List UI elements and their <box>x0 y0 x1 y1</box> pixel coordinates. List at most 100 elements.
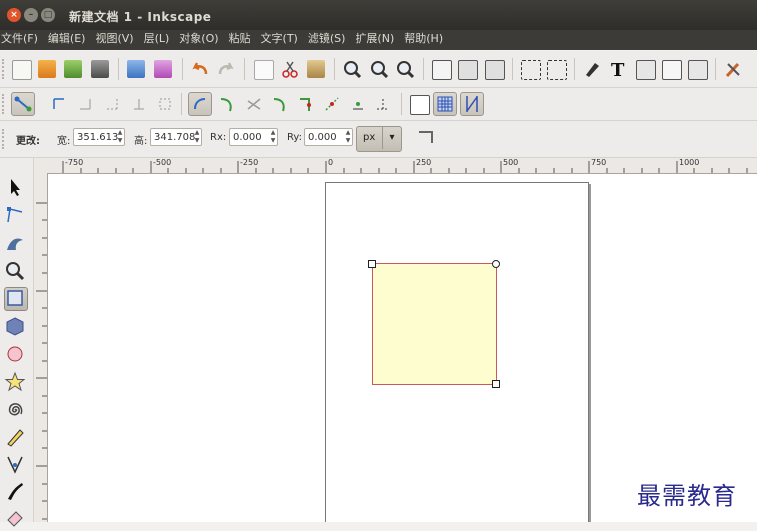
snap-text-baseline-icon[interactable] <box>374 95 392 113</box>
toolbar-separator <box>715 58 716 80</box>
snap-smooth-nodes-icon[interactable] <box>271 95 289 113</box>
ruler-label: -250 <box>240 158 259 167</box>
cut-icon[interactable] <box>281 60 299 78</box>
menu-paste[interactable]: 粘贴 <box>224 30 256 50</box>
rx-input[interactable]: 0.000 ▲ ▼ <box>229 128 278 146</box>
ungroup-icon[interactable] <box>485 60 505 80</box>
menu-file[interactable]: 文件(F) <box>0 30 43 50</box>
vertical-ruler[interactable] <box>34 173 48 522</box>
menu-help[interactable]: 帮助(H) <box>399 30 448 50</box>
toolbar-separator <box>182 58 183 80</box>
menu-extensions[interactable]: 扩展(N) <box>350 30 399 50</box>
transform-icon[interactable] <box>547 60 567 80</box>
snap-bbox-midpoint-icon[interactable] <box>130 95 148 113</box>
layers-icon[interactable] <box>636 60 656 80</box>
duplicate-icon[interactable] <box>254 60 274 80</box>
raise-icon[interactable] <box>432 60 452 80</box>
ry-input[interactable]: 0.000 ▲ ▼ <box>304 128 353 146</box>
snap-enable-button[interactable] <box>11 92 35 116</box>
snap-paths-icon[interactable] <box>218 95 236 113</box>
redo-icon[interactable] <box>217 60 235 78</box>
height-input[interactable]: 341.708 ▲ ▼ <box>150 128 202 146</box>
snap-bbox-corner-icon[interactable] <box>103 95 121 113</box>
group-icon[interactable] <box>458 60 478 80</box>
export-icon[interactable] <box>154 60 172 78</box>
snap-rotation-center-icon[interactable] <box>349 95 367 113</box>
snap-grid-button[interactable] <box>433 92 457 116</box>
rect-corner-handle[interactable] <box>368 260 376 268</box>
3d-box-tool[interactable] <box>4 315 26 337</box>
rx-spin-arrows[interactable]: ▲ ▼ <box>269 129 277 145</box>
spiral-tool[interactable] <box>4 399 26 421</box>
snap-midpoints-icon[interactable] <box>297 95 315 113</box>
ruler-label: -500 <box>153 158 172 167</box>
menu-layer[interactable]: 层(L) <box>139 30 175 50</box>
rectangle-tool[interactable] <box>4 287 28 311</box>
zoom-selection-icon[interactable] <box>343 60 362 79</box>
snap-bbox-edge-icon[interactable] <box>76 95 94 113</box>
menu-text[interactable]: 文字(T) <box>256 30 303 50</box>
menu-view[interactable]: 视图(V) <box>90 30 138 50</box>
paste-icon[interactable] <box>307 60 325 78</box>
pen-tool[interactable] <box>4 453 26 475</box>
chevron-down-icon: ▾ <box>382 127 401 149</box>
maximize-window-button[interactable]: □ <box>41 8 55 22</box>
node-editor-icon[interactable] <box>521 60 541 80</box>
snap-nodes-button[interactable] <box>188 92 212 116</box>
eraser-tool[interactable] <box>4 506 26 528</box>
height-label: 高: <box>134 136 148 147</box>
height-spin-arrows[interactable]: ▲ ▼ <box>193 129 201 145</box>
drawing-canvas[interactable] <box>48 174 757 522</box>
horizontal-ruler[interactable]: -750 -500 -250 0 250 500 750 1000 <box>48 158 757 174</box>
star-tool[interactable] <box>4 371 26 393</box>
menu-filters[interactable]: 滤镜(S) <box>303 30 351 50</box>
menu-edit[interactable]: 编辑(E) <box>43 30 91 50</box>
unit-value: px <box>363 132 376 143</box>
ry-spin-arrows[interactable]: ▲ ▼ <box>344 129 352 145</box>
preferences-icon[interactable] <box>724 60 742 78</box>
toolbar-separator <box>512 58 513 80</box>
minimize-window-button[interactable]: – <box>24 8 38 22</box>
snap-intersections-icon[interactable] <box>245 95 263 113</box>
toolbar-separator <box>118 58 119 80</box>
fill-stroke-icon[interactable] <box>583 60 601 78</box>
zoom-tool[interactable] <box>4 260 26 282</box>
width-input[interactable]: 351.613 ▲ ▼ <box>73 128 125 146</box>
unit-select[interactable]: px ▾ <box>356 126 402 152</box>
rx-value: 0.000 <box>233 132 262 143</box>
toolbox <box>0 158 34 527</box>
snap-object-midpoint-icon[interactable] <box>323 95 341 113</box>
commands-toolbar: T <box>0 51 757 88</box>
toolbar-separator <box>334 58 335 80</box>
zoom-drawing-icon[interactable] <box>370 60 389 79</box>
tweak-tool[interactable] <box>4 232 26 254</box>
rect-corner-handle[interactable] <box>492 380 500 388</box>
selected-rectangle[interactable] <box>372 263 497 385</box>
snap-guides-button[interactable] <box>460 92 484 116</box>
pencil-tool[interactable] <box>4 426 26 448</box>
width-spin-arrows[interactable]: ▲ ▼ <box>116 129 124 145</box>
close-window-button[interactable]: × <box>7 8 21 22</box>
new-document-icon[interactable] <box>12 60 32 80</box>
rect-rounding-handle[interactable] <box>492 260 500 268</box>
save-icon[interactable] <box>64 60 82 78</box>
ellipse-tool[interactable] <box>4 343 26 365</box>
selector-tool[interactable] <box>4 176 26 198</box>
menu-object[interactable]: 对象(O) <box>174 30 223 50</box>
snap-bbox-center-icon[interactable] <box>156 95 174 113</box>
open-file-icon[interactable] <box>38 60 56 78</box>
node-tool[interactable] <box>4 204 26 226</box>
undo-icon[interactable] <box>191 60 209 78</box>
reset-corners-icon[interactable] <box>419 131 433 143</box>
snap-bbox-icon[interactable] <box>50 95 68 113</box>
align-distribute-icon[interactable] <box>688 60 708 80</box>
zoom-page-icon[interactable] <box>396 60 415 79</box>
import-icon[interactable] <box>127 60 145 78</box>
text-font-icon[interactable]: T <box>609 60 627 81</box>
snap-page-border-icon[interactable] <box>410 95 430 115</box>
toolbar-separator <box>574 58 575 80</box>
xml-editor-icon[interactable] <box>662 60 682 80</box>
calligraphy-tool[interactable] <box>4 480 26 502</box>
print-icon[interactable] <box>91 60 109 78</box>
height-value: 341.708 <box>154 132 196 143</box>
